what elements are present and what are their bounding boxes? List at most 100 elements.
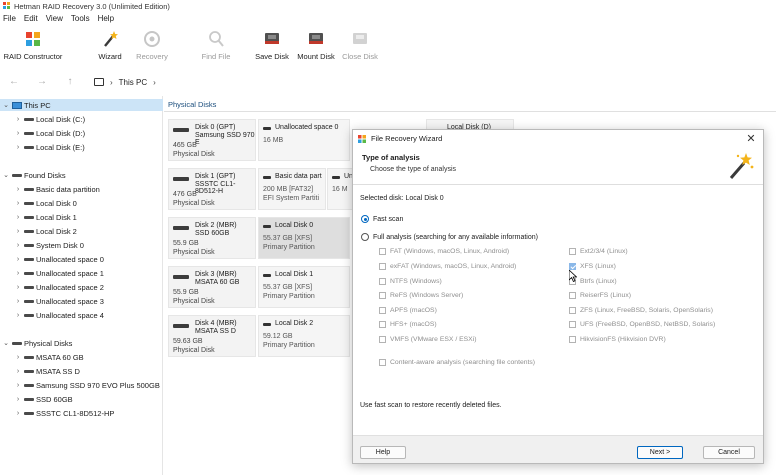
fs-checkbox-refs[interactable]: ReFS (Windows Server) (379, 292, 463, 299)
checkbox-icon[interactable] (379, 336, 386, 343)
chevron-right-icon[interactable]: › (14, 200, 22, 207)
chevron-right-icon[interactable]: › (14, 368, 22, 375)
fs-checkbox-zfs[interactable]: ZFS (Linux, FreeBSD, Solaris, OpenSolari… (569, 307, 713, 314)
recovery-button[interactable]: Recovery (132, 24, 172, 68)
fs-checkbox-reiserfs[interactable]: ReiserFS (Linux) (569, 292, 631, 299)
tree-found-item[interactable]: › Unallocated space 1 (14, 267, 104, 279)
checkbox-checked-icon[interactable] (569, 263, 576, 270)
raid-constructor-button[interactable]: RAID Constructor (0, 24, 66, 68)
radio-icon[interactable] (361, 233, 369, 241)
chevron-right-icon[interactable]: › (14, 382, 22, 389)
up-arrow-icon[interactable]: ↑ (64, 76, 76, 88)
tree-physical-item[interactable]: › SSSTC CL1-8D512-HP (14, 407, 115, 419)
save-disk-button[interactable]: Save Disk (252, 24, 292, 68)
checkbox-icon[interactable] (379, 307, 386, 314)
forward-arrow-icon[interactable]: → (36, 76, 48, 88)
tree-item-local-disk-d[interactable]: › Local Disk (D:) (14, 127, 85, 139)
tree-found-item[interactable]: › Basic data partition (14, 183, 100, 195)
full-analysis-radio[interactable]: Full analysis (searching for any availab… (361, 233, 538, 241)
find-file-button[interactable]: Find File (196, 24, 236, 68)
chevron-down-icon[interactable]: ⌄ (2, 101, 10, 109)
partition-card[interactable]: Unallocated space 0 16 MB (258, 119, 350, 161)
chevron-right-icon[interactable]: › (14, 214, 22, 221)
chevron-right-icon[interactable]: › (14, 298, 22, 305)
checkbox-icon[interactable] (379, 321, 386, 328)
chevron-right-icon[interactable]: › (14, 410, 22, 417)
wizard-button[interactable]: Wizard (90, 24, 130, 68)
chevron-down-icon[interactable]: ⌄ (2, 339, 10, 347)
tree-item-local-disk-c[interactable]: › Local Disk (C:) (14, 113, 85, 125)
chevron-right-icon[interactable]: › (14, 186, 22, 193)
back-arrow-icon[interactable]: ← (8, 76, 20, 88)
tree-found-item[interactable]: › Local Disk 0 (14, 197, 77, 209)
tree-physical-item[interactable]: › Samsung SSD 970 EVO Plus 500GB (14, 379, 160, 391)
disk-card[interactable]: Disk 1 (GPT) SSSTC CL1-8D512-H 476 GB Ph… (168, 168, 256, 210)
disk-card[interactable]: Disk 2 (MBR) SSD 60GB 55.9 GB Physical D… (168, 217, 256, 259)
mount-disk-button[interactable]: Mount Disk (294, 24, 338, 68)
fs-checkbox-vmfs[interactable]: VMFS (VMware ESX / ESXi) (379, 336, 477, 343)
chevron-right-icon[interactable]: › (14, 396, 22, 403)
partition-card[interactable]: Un 16 M (327, 168, 353, 210)
chevron-down-icon[interactable]: ⌄ (2, 171, 10, 179)
breadcrumb-this-pc[interactable]: This PC (119, 78, 147, 87)
checkbox-icon[interactable] (569, 321, 576, 328)
chevron-right-icon[interactable]: › (14, 256, 22, 263)
tree-found-item[interactable]: › Local Disk 2 (14, 225, 77, 237)
disk-card[interactable]: Disk 4 (MBR) MSATA SS D 59.63 GB Physica… (168, 315, 256, 357)
tree-found-item[interactable]: › Local Disk 1 (14, 211, 77, 223)
chevron-right-icon[interactable]: › (14, 312, 22, 319)
checkbox-icon[interactable] (379, 263, 386, 270)
tree-physical-item[interactable]: › SSD 60GB (14, 393, 73, 405)
fast-scan-radio[interactable]: Fast scan (361, 215, 403, 223)
checkbox-icon[interactable] (379, 248, 386, 255)
chevron-right-icon[interactable]: › (14, 144, 22, 151)
close-icon[interactable]: ✕ (745, 132, 757, 145)
cancel-button[interactable]: Cancel (703, 446, 755, 459)
tree-physical-item[interactable]: › MSATA 60 GB (14, 351, 84, 363)
chevron-right-icon[interactable]: › (14, 228, 22, 235)
menu-edit[interactable]: Edit (24, 14, 38, 23)
partition-card[interactable]: Basic data part 200 MB [FAT32] EFI Syste… (258, 168, 326, 210)
close-disk-button[interactable]: Close Disk (340, 24, 380, 68)
chevron-right-icon[interactable]: › (14, 270, 22, 277)
tree-this-pc[interactable]: ⌄ This PC (0, 99, 163, 111)
tree-physical-disks[interactable]: ⌄ Physical Disks (2, 337, 72, 349)
menu-tools[interactable]: Tools (71, 14, 90, 23)
checkbox-icon[interactable] (379, 292, 386, 299)
chevron-right-icon[interactable]: › (14, 284, 22, 291)
fs-checkbox-fat[interactable]: FAT (Windows, macOS, Linux, Android) (379, 248, 509, 255)
content-aware-checkbox[interactable]: Content-aware analysis (searching file c… (379, 359, 535, 366)
chevron-right-icon[interactable]: › (14, 242, 22, 249)
fs-checkbox-ufs[interactable]: UFS (FreeBSD, OpenBSD, NetBSD, Solaris) (569, 321, 715, 328)
checkbox-icon[interactable] (569, 292, 576, 299)
partition-card[interactable]: Local Disk 2 59.12 GB Primary Partition (258, 315, 350, 357)
chevron-right-icon[interactable]: › (14, 354, 22, 361)
tree-found-item[interactable]: › Unallocated space 2 (14, 281, 104, 293)
checkbox-icon[interactable] (379, 359, 386, 366)
fs-checkbox-exfat[interactable]: exFAT (Windows, macOS, Linux, Android) (379, 263, 516, 270)
menu-view[interactable]: View (46, 14, 63, 23)
tree-found-disks[interactable]: ⌄ Found Disks (2, 169, 66, 181)
disk-card[interactable]: Disk 0 (GPT) Samsung SSD 970 E 465 GB Ph… (168, 119, 256, 161)
menu-file[interactable]: File (3, 14, 16, 23)
checkbox-icon[interactable] (569, 307, 576, 314)
fs-checkbox-hfs[interactable]: HFS+ (macOS) (379, 321, 437, 328)
chevron-right-icon[interactable]: › (14, 130, 22, 137)
partition-card[interactable]: Local Disk 1 55.37 GB [XFS] Primary Part… (258, 266, 350, 308)
checkbox-icon[interactable] (569, 336, 576, 343)
checkbox-icon[interactable] (569, 248, 576, 255)
radio-selected-icon[interactable] (361, 215, 369, 223)
tree-found-item[interactable]: › Unallocated space 4 (14, 309, 104, 321)
tree-found-item[interactable]: › Unallocated space 3 (14, 295, 104, 307)
tree-found-item[interactable]: › Unallocated space 0 (14, 253, 104, 265)
fs-checkbox-ext[interactable]: Ext2/3/4 (Linux) (569, 248, 628, 255)
tree-physical-item[interactable]: › MSATA SS D (14, 365, 80, 377)
next-button[interactable]: Next > (637, 446, 683, 459)
tree-item-local-disk-e[interactable]: › Local Disk (E:) (14, 141, 85, 153)
fs-checkbox-xfs[interactable]: XFS (Linux) (569, 263, 616, 270)
help-button[interactable]: Help (360, 446, 406, 459)
disk-card[interactable]: Disk 3 (MBR) MSATA 60 GB 55.9 GB Physica… (168, 266, 256, 308)
tree-found-item[interactable]: › System Disk 0 (14, 239, 84, 251)
fs-checkbox-hikvisionfs[interactable]: HikvisionFS (Hikvision DVR) (569, 336, 666, 343)
chevron-right-icon[interactable]: › (14, 116, 22, 123)
